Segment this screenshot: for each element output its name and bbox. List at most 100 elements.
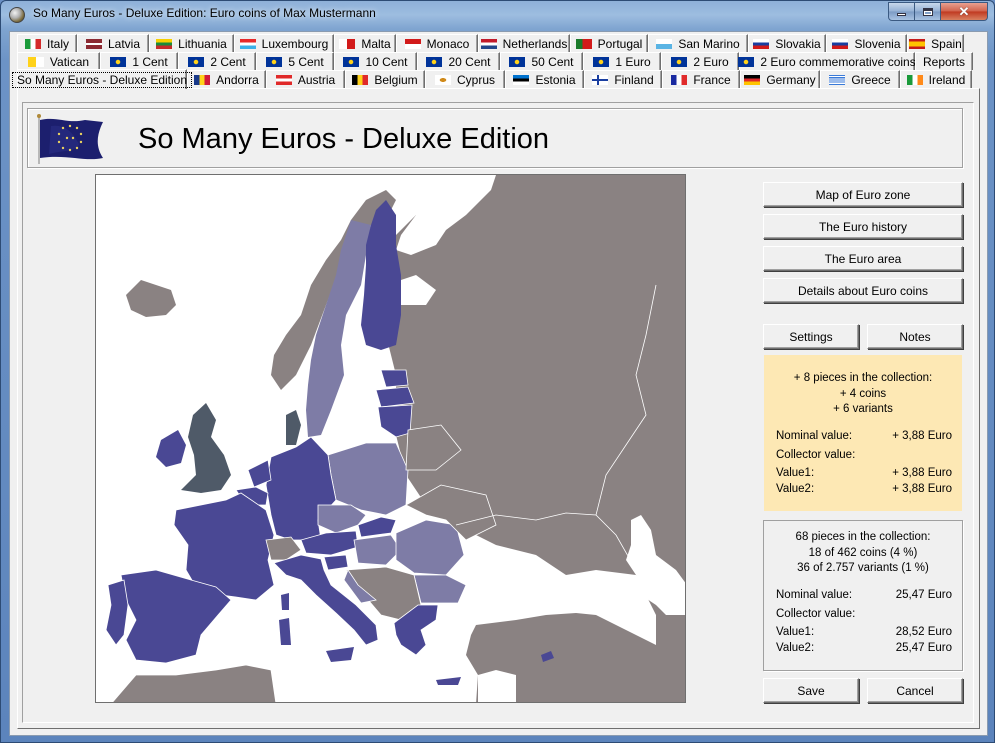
euro-coin-app-icon[interactable] <box>9 7 25 23</box>
new-items-coins: + 4 coins <box>839 388 887 400</box>
client-area: Italy Latvia Lithuania Luxembourg Malta Monac… <box>9 31 988 736</box>
tab-cyprus[interactable]: Cyprus <box>425 70 505 88</box>
tab-slovakia[interactable]: Slovakia <box>748 34 826 52</box>
tab-vatican[interactable]: Vatican <box>17 52 100 70</box>
settings-button[interactable]: Settings <box>763 324 859 349</box>
tab-reports[interactable]: Reports <box>915 52 973 70</box>
luxembourg-flag-icon <box>239 38 256 49</box>
germany-flag-icon <box>744 74 761 85</box>
tab-label: Spain <box>931 36 962 51</box>
map-region-slovenia <box>323 554 349 571</box>
tab-belgium[interactable]: Belgium <box>345 70 425 88</box>
map-region-slovakia <box>357 516 397 538</box>
portugal-flag-icon <box>575 38 592 49</box>
tab-latvia[interactable]: Latvia <box>77 34 149 52</box>
tab-italy[interactable]: Italy <box>17 34 77 52</box>
tab-portugal[interactable]: Portugal <box>570 34 648 52</box>
eu-flag-icon <box>343 56 360 67</box>
tab-lithuania[interactable]: Lithuania <box>149 34 234 52</box>
tab-finland[interactable]: Finland <box>584 70 662 88</box>
tab-1-cent[interactable]: 1 Cent <box>100 52 178 70</box>
map-region-latvia <box>375 386 415 408</box>
tab-monaco[interactable]: Monaco <box>396 34 478 52</box>
tab-2-euro[interactable]: 2 Euro <box>661 52 739 70</box>
nominal-value: + 3,88 Euro <box>892 430 952 442</box>
close-icon: ✕ <box>958 3 970 19</box>
tab-greece[interactable]: Greece <box>820 70 900 88</box>
tab-label: 2 Euro <box>693 54 729 69</box>
tab-label: Finland <box>614 72 654 87</box>
map-region-poland <box>327 442 409 516</box>
tab-label: Austria <box>297 72 336 87</box>
tab-label: 1 Euro <box>615 54 651 69</box>
app-window: So Many Euros - Deluxe Edition: Euro coi… <box>0 0 995 743</box>
tab-label: Germany <box>766 72 816 87</box>
tab-50-cent[interactable]: 50 Cent <box>500 52 583 70</box>
finland-flag-icon <box>592 74 609 85</box>
map-region-denmark <box>286 410 301 445</box>
value2-label: Value2: <box>776 642 815 654</box>
tab-20-cent[interactable]: 20 Cent <box>417 52 500 70</box>
tab-label: Estonia <box>535 72 576 87</box>
tab-label: So Many Euros - Deluxe Edition <box>11 71 193 88</box>
tab-2-euro-commemorative-coins[interactable]: 2 Euro commemorative coins <box>738 52 916 70</box>
tab-malta[interactable]: Malta <box>334 34 396 52</box>
tab-so-many-euros-deluxe-edition[interactable]: So Many Euros - Deluxe Edition <box>11 69 193 89</box>
tab-slovenia[interactable]: Slovenia <box>826 34 907 52</box>
tab-label: Cyprus <box>456 72 495 87</box>
tab-spain[interactable]: Spain <box>907 34 964 52</box>
save-button[interactable]: Save <box>763 678 859 703</box>
euro-history-button[interactable]: The Euro history <box>763 214 963 239</box>
value1: 28,52 Euro <box>895 626 952 638</box>
details-euro-coins-button[interactable]: Details about Euro coins <box>763 278 963 303</box>
collection-coins: 18 of 462 coins (4 %) <box>808 547 918 559</box>
tab-2-cent[interactable]: 2 Cent <box>178 52 256 70</box>
tab-label: Malta <box>361 36 391 51</box>
value2: 25,47 Euro <box>895 642 952 654</box>
minimize-button[interactable] <box>888 2 915 21</box>
collection-summary: 68 pieces in the collection: 18 of 462 c… <box>763 520 963 671</box>
tab-5-cent[interactable]: 5 Cent <box>256 52 334 70</box>
notes-button[interactable]: Notes <box>867 324 963 349</box>
tab-label: Lithuania <box>178 36 227 51</box>
tab-ireland[interactable]: Ireland <box>900 70 972 88</box>
tab-1-euro[interactable]: 1 Euro <box>583 52 661 70</box>
collector-value-label: Collector value: <box>776 608 856 620</box>
tab-andorra[interactable]: Andorra <box>187 70 266 88</box>
tab-label: Andorra <box>216 72 259 87</box>
cyprus-flag-icon <box>434 74 451 85</box>
map-of-euro-zone-button[interactable]: Map of Euro zone <box>763 182 963 207</box>
euro-zone-map[interactable] <box>95 174 686 703</box>
tab-row-3: So Many Euros - Deluxe Edition Andorra Aus… <box>11 69 972 89</box>
tab-label: Greece <box>851 72 891 87</box>
tab-france[interactable]: France <box>662 70 740 88</box>
euro-area-button[interactable]: The Euro area <box>763 246 963 271</box>
tab-label: Vatican <box>49 54 90 69</box>
tab-label: Italy <box>46 36 69 51</box>
tab-germany[interactable]: Germany <box>740 70 820 88</box>
cancel-button[interactable]: Cancel <box>867 678 963 703</box>
maximize-button[interactable] <box>915 2 941 21</box>
tab-estonia[interactable]: Estonia <box>505 70 584 88</box>
close-button[interactable]: ✕ <box>941 2 988 21</box>
tab-label: 50 Cent <box>531 54 574 69</box>
title-bar[interactable]: So Many Euros - Deluxe Edition: Euro coi… <box>1 1 994 27</box>
overview-frame: So Many Euros - Deluxe Edition Map of Eu… <box>22 102 974 723</box>
tab-label: 2 Euro commemorative coins <box>760 54 916 69</box>
tab-austria[interactable]: Austria <box>266 70 345 88</box>
tab-netherlands[interactable]: Netherlands <box>478 34 570 52</box>
value1-label: Value1: <box>776 626 815 638</box>
tab-luxembourg[interactable]: Luxembourg <box>234 34 334 52</box>
window-controls: ✕ <box>888 2 988 21</box>
eu-flag-icon <box>426 56 443 67</box>
netherlands-flag-icon <box>480 38 497 49</box>
ireland-flag-icon <box>906 74 923 85</box>
tab-san-marino[interactable]: San Marino <box>648 34 748 52</box>
austria-flag-icon <box>275 74 292 85</box>
map-region-uk <box>181 403 231 493</box>
eu-flag-icon <box>266 56 283 67</box>
tab-label: Slovakia <box>775 36 821 51</box>
page-title: So Many Euros - Deluxe Edition <box>138 123 550 155</box>
nominal-value: 25,47 Euro <box>895 589 952 601</box>
tab-10-cent[interactable]: 10 Cent <box>334 52 417 70</box>
